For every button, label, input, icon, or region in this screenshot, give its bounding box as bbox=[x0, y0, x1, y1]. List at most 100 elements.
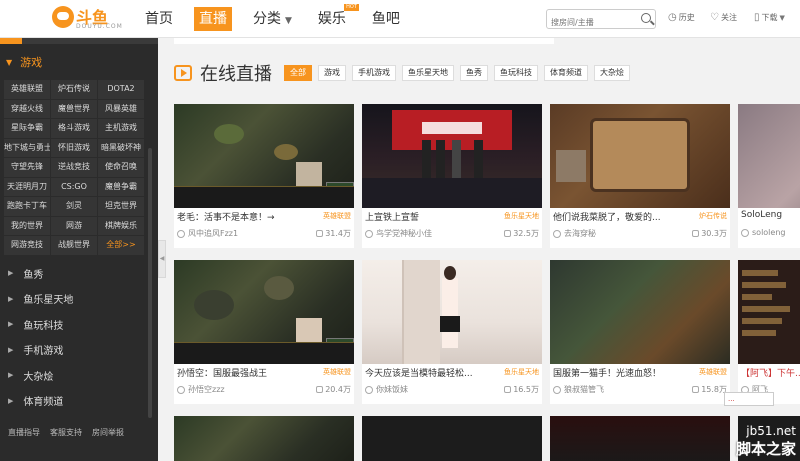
footer-link[interactable]: 客服支持 bbox=[50, 427, 82, 438]
floating-link[interactable]: ... bbox=[724, 392, 774, 406]
search-input[interactable] bbox=[547, 13, 635, 32]
collapse-sidebar-button[interactable]: ◀ bbox=[158, 240, 166, 278]
stream-thumbnail[interactable] bbox=[362, 104, 542, 208]
sidebar-category[interactable]: ▶ 鱼秀 bbox=[0, 261, 158, 287]
game-link[interactable]: 魔兽世界 bbox=[51, 99, 97, 118]
stream-title[interactable]: 孙悟空：国服最强战王 bbox=[177, 366, 307, 379]
play-icon bbox=[174, 65, 192, 81]
stream-title[interactable]: 他们说我菜脱了，敬爱的... bbox=[553, 210, 683, 223]
game-link[interactable]: 暗黑破坏神 bbox=[98, 138, 144, 157]
game-link[interactable]: 剑灵 bbox=[51, 197, 97, 216]
stream-category-tag[interactable]: 英雄联盟 bbox=[323, 211, 351, 221]
stream-thumbnail[interactable] bbox=[362, 416, 542, 461]
game-link[interactable]: 地下城与勇士 bbox=[4, 138, 50, 157]
anchor-name: 鸟学党神秘小佳 bbox=[365, 228, 432, 239]
sidebar-games-header[interactable]: ▼ 游戏 bbox=[0, 44, 158, 80]
stream-thumbnail[interactable] bbox=[174, 104, 354, 208]
nav-home[interactable]: 首页 bbox=[140, 7, 178, 31]
game-link[interactable]: 网游 bbox=[51, 216, 97, 235]
sidebar-category[interactable]: ▶ 大杂烩 bbox=[0, 363, 158, 389]
game-link[interactable]: 守望先锋 bbox=[4, 158, 50, 177]
game-link[interactable]: 格斗游戏 bbox=[51, 119, 97, 138]
stream-thumbnail[interactable] bbox=[362, 260, 542, 364]
game-link[interactable]: 天涯明月刀 bbox=[4, 177, 50, 196]
game-link[interactable]: 网游竞技 bbox=[4, 236, 50, 255]
stream-card[interactable] bbox=[550, 416, 730, 461]
nav-fishbar[interactable]: 鱼吧 bbox=[367, 7, 405, 31]
game-link[interactable]: 英雄联盟 bbox=[4, 80, 50, 99]
game-link[interactable]: DOTA2 bbox=[98, 80, 144, 99]
game-link[interactable]: 魔兽争霸 bbox=[98, 177, 144, 196]
game-link[interactable]: 跑跑卡丁车 bbox=[4, 197, 50, 216]
game-link[interactable]: 坦克世界 bbox=[98, 197, 144, 216]
stream-card[interactable]: 孙悟空：国服最强战王 英雄联盟 孙悟空zzz 20.4万 bbox=[174, 260, 354, 404]
stream-card[interactable]: 上宣铁上宣誓 鱼乐星天地 鸟学党神秘小佳 32.5万 bbox=[362, 104, 542, 248]
sidebar-category[interactable]: ▶ 手机游戏 bbox=[0, 337, 158, 363]
all-games-link[interactable]: 全部>> bbox=[98, 236, 144, 255]
nav-live[interactable]: 直播 bbox=[194, 7, 232, 31]
nav-categories[interactable]: 分类 ▼ bbox=[248, 7, 297, 31]
filter-tag[interactable]: 鱼秀 bbox=[460, 65, 488, 81]
sidebar: ▼ 游戏 英雄联盟 炉石传说 DOTA2 穿越火线 魔兽世界 风暴英雄 星际争霸… bbox=[0, 38, 158, 461]
stream-card[interactable]: SoloLeng sololeng bbox=[738, 104, 800, 248]
sidebar-category[interactable]: ▶ 体育频道 bbox=[0, 388, 158, 414]
stream-card[interactable]: 国服第一猫手！光速血怒！ 英雄联盟 狼叔猫管飞 15.8万 bbox=[550, 260, 730, 404]
stream-thumbnail[interactable] bbox=[550, 416, 730, 461]
game-link[interactable]: 我的世界 bbox=[4, 216, 50, 235]
stream-thumbnail[interactable] bbox=[174, 416, 354, 461]
filter-tag[interactable]: 大杂烩 bbox=[594, 65, 630, 81]
filter-tag[interactable]: 游戏 bbox=[318, 65, 346, 81]
stream-thumbnail[interactable] bbox=[738, 260, 800, 364]
stream-card[interactable]: 老毛：活事不是本意！→ 英雄联盟 风中追风Fzz1 31.4万 bbox=[174, 104, 354, 248]
stream-thumbnail[interactable] bbox=[738, 104, 800, 208]
game-link[interactable]: 主机游戏 bbox=[98, 119, 144, 138]
stream-title[interactable]: 【阿飞】下午... bbox=[741, 366, 800, 379]
stream-title[interactable]: 老毛：活事不是本意！→ bbox=[177, 210, 307, 223]
stream-card[interactable]: 他们说我菜脱了，敬爱的... 炉石传说 去海穿秘 30.3万 bbox=[550, 104, 730, 248]
stream-category-tag[interactable]: 鱼乐星天地 bbox=[504, 367, 539, 377]
filter-tag[interactable]: 体育频道 bbox=[544, 65, 588, 81]
game-link[interactable]: CS:GO bbox=[51, 177, 97, 196]
stream-card[interactable] bbox=[174, 416, 354, 461]
filter-tag[interactable]: 鱼乐星天地 bbox=[402, 65, 454, 81]
stream-title[interactable]: SoloLeng bbox=[741, 210, 800, 220]
filter-tag[interactable]: 手机游戏 bbox=[352, 65, 396, 81]
stream-thumbnail[interactable] bbox=[550, 260, 730, 364]
stream-title[interactable]: 今天应该是当模特最轻松... bbox=[365, 366, 495, 379]
game-link[interactable]: 棋牌娱乐 bbox=[98, 216, 144, 235]
stream-thumbnail[interactable] bbox=[174, 260, 354, 364]
footer-link[interactable]: 直播指导 bbox=[8, 427, 40, 438]
viewers-icon bbox=[316, 230, 324, 237]
stream-category-tag[interactable]: 英雄联盟 bbox=[323, 367, 351, 377]
sidebar-scrollbar[interactable] bbox=[148, 148, 152, 418]
hot-badge: HOT bbox=[344, 4, 359, 11]
stream-title[interactable]: 上宣铁上宣誓 bbox=[365, 210, 495, 223]
game-link[interactable]: 穿越火线 bbox=[4, 99, 50, 118]
game-link[interactable]: 风暴英雄 bbox=[98, 99, 144, 118]
game-link[interactable]: 怀旧游戏 bbox=[51, 138, 97, 157]
stream-title[interactable]: 国服第一猫手！光速血怒！ bbox=[553, 366, 683, 379]
douyu-logo[interactable]: 斗鱼 DOUYU.COM bbox=[52, 4, 122, 34]
stream-card[interactable]: 今天应该是当模特最轻松... 鱼乐星天地 你妹饭妹 16.5万 bbox=[362, 260, 542, 404]
sidebar-category[interactable]: ▶ 鱼玩科技 bbox=[0, 312, 158, 338]
history-button[interactable]: ◷ 历史 bbox=[668, 12, 695, 23]
search-icon[interactable] bbox=[641, 13, 651, 23]
game-link[interactable]: 逆战竞技 bbox=[51, 158, 97, 177]
stream-thumbnail[interactable] bbox=[550, 104, 730, 208]
footer-link[interactable]: 房间举报 bbox=[92, 427, 124, 438]
game-link[interactable]: 战舰世界 bbox=[51, 236, 97, 255]
sidebar-category[interactable]: ▶ 鱼乐星天地 bbox=[0, 286, 158, 312]
download-button[interactable]: ▯ 下载 ▼ bbox=[754, 12, 787, 23]
stream-category-tag[interactable]: 英雄联盟 bbox=[699, 367, 727, 377]
nav-entertainment[interactable]: 娱乐 HOT bbox=[313, 4, 359, 31]
stream-category-tag[interactable]: 炉石传说 bbox=[699, 211, 727, 221]
game-link[interactable]: 炉石传说 bbox=[51, 80, 97, 99]
stream-card[interactable] bbox=[362, 416, 542, 461]
game-link[interactable]: 星际争霸 bbox=[4, 119, 50, 138]
filter-tag[interactable]: 鱼玩科技 bbox=[494, 65, 538, 81]
game-link[interactable]: 使命召唤 bbox=[98, 158, 144, 177]
stream-card[interactable]: 【阿飞】下午... 阿飞 bbox=[738, 260, 800, 404]
follow-button[interactable]: ♡ 关注 bbox=[710, 12, 737, 23]
stream-category-tag[interactable]: 鱼乐星天地 bbox=[504, 211, 539, 221]
filter-tag[interactable]: 全部 bbox=[284, 65, 312, 81]
